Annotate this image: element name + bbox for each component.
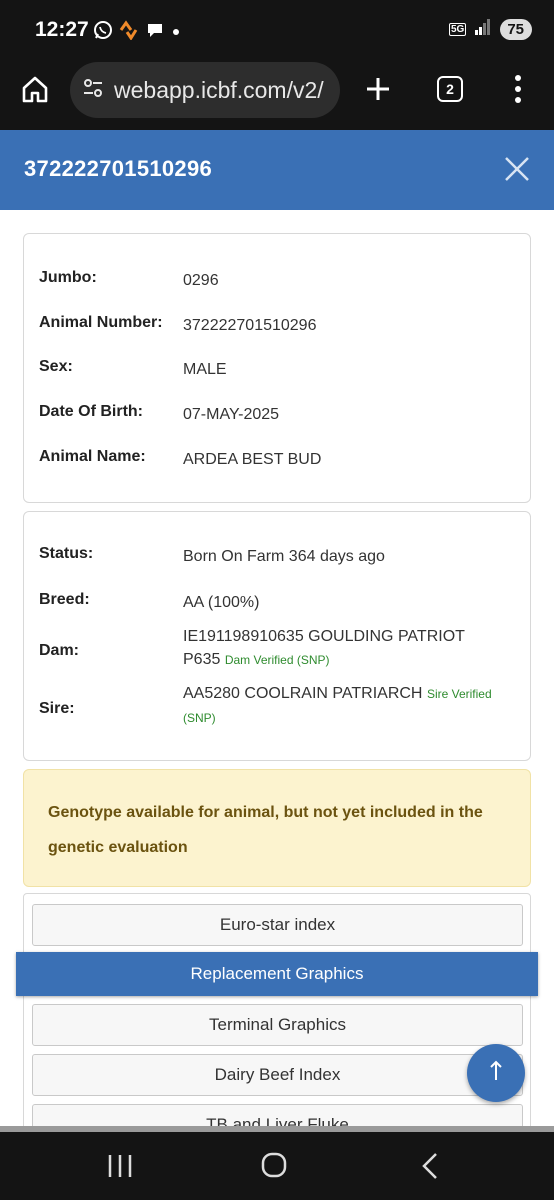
detail-value: AA5280 COOLRAIN PATRIARCH Sire Verified … <box>183 682 503 730</box>
close-icon[interactable] <box>502 154 532 184</box>
status-time: 12:27 <box>35 18 89 41</box>
dam-verified-badge: Dam Verified (SNP) <box>224 653 330 667</box>
detail-value: Born On Farm 364 days ago <box>183 548 385 565</box>
new-tab-icon[interactable] <box>364 75 392 108</box>
address-bar[interactable]: webapp.icbf.com/v2/ <box>70 62 340 118</box>
browser-toolbar: webapp.icbf.com/v2/ 2 <box>0 58 554 130</box>
whatsapp-icon <box>93 20 113 45</box>
alert-text: Genotype available for animal, but not y… <box>48 804 483 856</box>
detail-value: AA (100%) <box>183 594 260 611</box>
tab-switcher-icon[interactable]: 2 <box>437 76 463 102</box>
arrow-up-icon <box>486 1059 506 1088</box>
back-icon[interactable] <box>412 1150 448 1182</box>
battery-icon: 75 <box>500 19 532 40</box>
detail-value: ARDEA BEST BUD <box>183 451 322 468</box>
detail-label: Status: <box>39 545 94 562</box>
detail-value: 0296 <box>183 272 219 289</box>
menu-icon[interactable] <box>512 74 524 109</box>
site-settings-icon[interactable] <box>82 77 104 104</box>
section-button-replacement-graphics[interactable]: Replacement Graphics <box>16 952 538 996</box>
strava-icon <box>119 20 139 45</box>
status-bar: 12:27 5G 75 <box>0 0 554 58</box>
pedigree-card: Status: Born On Farm 364 days ago Breed:… <box>23 511 531 761</box>
signal-icon <box>474 18 492 41</box>
home-circle-icon[interactable] <box>256 1150 292 1182</box>
detail-value: 07-MAY-2025 <box>183 406 280 423</box>
section-button-tb-liver-fluke[interactable]: TB and Liver Fluke <box>32 1104 523 1126</box>
detail-row-sire: Sire: AA5280 COOLRAIN PATRIARCH Sire Ver… <box>39 682 509 732</box>
system-icons: 5G 75 <box>448 18 532 41</box>
detail-label: Breed: <box>39 591 90 608</box>
section-button-dairy-beef-index[interactable]: Dairy Beef Index <box>32 1054 523 1096</box>
detail-label: Animal Name: <box>39 448 146 465</box>
sire-link[interactable]: AA5280 COOLRAIN PATRIARCH <box>183 685 422 702</box>
section-button-euro-star[interactable]: Euro-star index <box>32 904 523 946</box>
genotype-alert: Genotype available for animal, but not y… <box>23 769 531 887</box>
detail-label: Date Of Birth: <box>39 403 143 420</box>
5g-icon: 5G <box>448 23 467 36</box>
scroll-top-button[interactable] <box>467 1044 525 1102</box>
url-text[interactable]: webapp.icbf.com/v2/ <box>114 77 324 104</box>
home-icon[interactable] <box>20 74 50 109</box>
detail-label: Animal Number: <box>39 314 163 331</box>
notification-icons <box>93 20 181 45</box>
detail-row-dam: Dam: IE191198910635 GOULDING PATRIOT P63… <box>39 625 509 675</box>
recents-icon[interactable] <box>102 1150 138 1182</box>
detail-value: MALE <box>183 361 227 378</box>
detail-value: 372222701510296 <box>183 317 317 334</box>
sections-list: Euro-star index Terminal Graphics Dairy … <box>23 893 531 1126</box>
section-button-terminal-graphics[interactable]: Terminal Graphics <box>32 1004 523 1046</box>
chat-icon <box>145 20 165 45</box>
detail-label: Jumbo: <box>39 269 97 286</box>
detail-value: IE191198910635 GOULDING PATRIOT P635 Dam… <box>183 625 503 672</box>
modal-title: 372222701510296 <box>24 156 213 181</box>
detail-label: Sex: <box>39 358 73 375</box>
detail-label: Sire: <box>39 700 75 717</box>
navigation-bar <box>0 1132 554 1200</box>
detail-label: Dam: <box>39 642 80 659</box>
identity-card: Jumbo: 0296 Animal Number: 3722227015102… <box>23 233 531 503</box>
dot-icon <box>171 24 181 42</box>
modal-header: 372222701510296 <box>0 130 554 210</box>
